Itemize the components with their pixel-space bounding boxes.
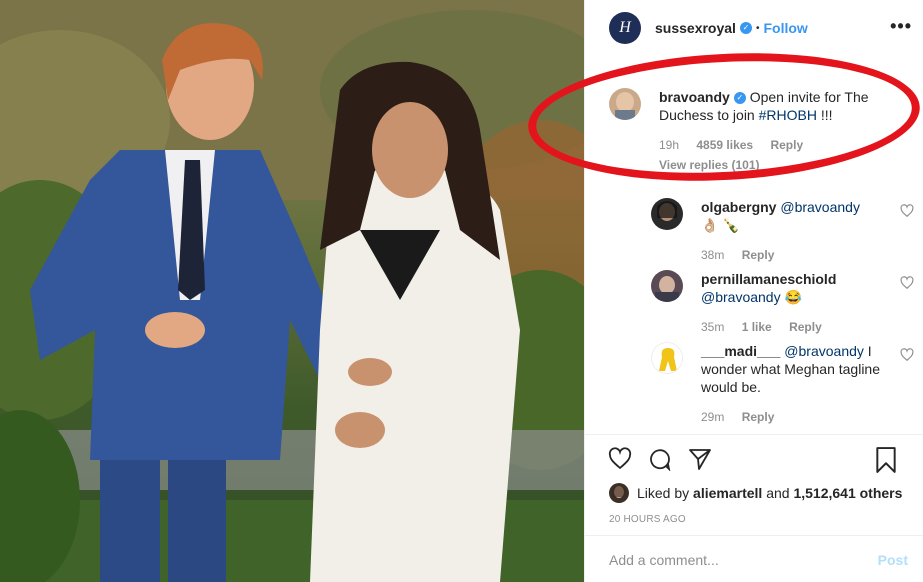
mention-link[interactable]: @bravoandy bbox=[701, 289, 781, 305]
comment-time[interactable]: 38m bbox=[701, 248, 724, 262]
post-comment-button[interactable]: Post bbox=[878, 552, 908, 568]
comment-likes[interactable]: 1 like bbox=[742, 320, 772, 334]
share-paper-plane-icon[interactable] bbox=[687, 447, 713, 471]
like-comment-heart-icon[interactable] bbox=[900, 348, 914, 362]
comment-text: pernillamaneschiold @bravoandy 😂 bbox=[701, 271, 837, 305]
comment-time[interactable]: 29m bbox=[701, 410, 724, 424]
comment-username[interactable]: ___madi___ bbox=[701, 343, 780, 359]
reply-item: pernillamaneschiold @bravoandy 😂 35m 1 l… bbox=[651, 270, 914, 340]
comment-meta: 35m 1 like Reply bbox=[701, 320, 836, 334]
comment-meta: 29m Reply bbox=[701, 410, 788, 424]
reply-button[interactable]: Reply bbox=[742, 410, 775, 424]
action-icons-row bbox=[607, 447, 917, 473]
add-comment-bar: Add a comment... Post bbox=[585, 535, 923, 582]
comment-text: ___madi___ @bravoandy I wonder what Megh… bbox=[701, 343, 881, 395]
post-actions: Liked by aliemartell and 1,512,641 other… bbox=[585, 434, 923, 582]
post-timestamp[interactable]: 20 HOURS AGO bbox=[609, 514, 686, 525]
like-comment-heart-icon[interactable] bbox=[900, 204, 914, 218]
photo-illustration bbox=[0, 0, 584, 582]
reply-button[interactable]: Reply bbox=[789, 320, 822, 334]
mention-link[interactable]: @bravoandy bbox=[784, 343, 864, 359]
more-options-icon[interactable]: ••• bbox=[890, 16, 912, 37]
separator-dot: • bbox=[755, 22, 760, 34]
comment-time[interactable]: 35m bbox=[701, 320, 724, 334]
comment-username[interactable]: pernillamaneschiold bbox=[701, 271, 836, 287]
comment-meta: 38m Reply bbox=[701, 248, 788, 262]
comment-text: olgabergny @bravoandy 👌🏼 🍾 bbox=[701, 199, 860, 233]
author-avatar[interactable]: H bbox=[609, 12, 641, 44]
reply-item: ___madi___ @bravoandy I wonder what Megh… bbox=[651, 342, 914, 432]
save-bookmark-icon[interactable] bbox=[875, 447, 897, 473]
post-header: H sussexroyal ✓ • Follow ••• bbox=[585, 0, 923, 56]
liker-username[interactable]: aliemartell bbox=[693, 485, 762, 501]
like-heart-icon[interactable] bbox=[607, 447, 633, 471]
comment-input[interactable]: Add a comment... bbox=[609, 552, 878, 568]
follow-button[interactable]: Follow bbox=[763, 20, 807, 36]
liked-by-row: Liked by aliemartell and 1,512,641 other… bbox=[609, 483, 902, 503]
like-comment-heart-icon[interactable] bbox=[900, 276, 914, 290]
reply-item: olgabergny @bravoandy 👌🏼 🍾 38m Reply bbox=[651, 198, 914, 268]
comment-username[interactable]: olgabergny bbox=[701, 199, 776, 215]
comment-bubble-icon[interactable] bbox=[647, 447, 673, 471]
reply-button[interactable]: Reply bbox=[742, 248, 775, 262]
liker-avatar[interactable] bbox=[609, 483, 629, 503]
commenter-avatar[interactable] bbox=[651, 270, 683, 302]
commenter-avatar[interactable] bbox=[651, 198, 683, 230]
verified-badge-icon: ✓ bbox=[739, 22, 752, 34]
likes-count-link[interactable]: 1,512,641 others bbox=[793, 485, 902, 501]
author-username[interactable]: sussexroyal bbox=[655, 20, 736, 36]
mention-link[interactable]: @bravoandy bbox=[780, 199, 860, 215]
post-photo[interactable] bbox=[0, 0, 584, 582]
commenter-avatar[interactable] bbox=[651, 342, 683, 374]
